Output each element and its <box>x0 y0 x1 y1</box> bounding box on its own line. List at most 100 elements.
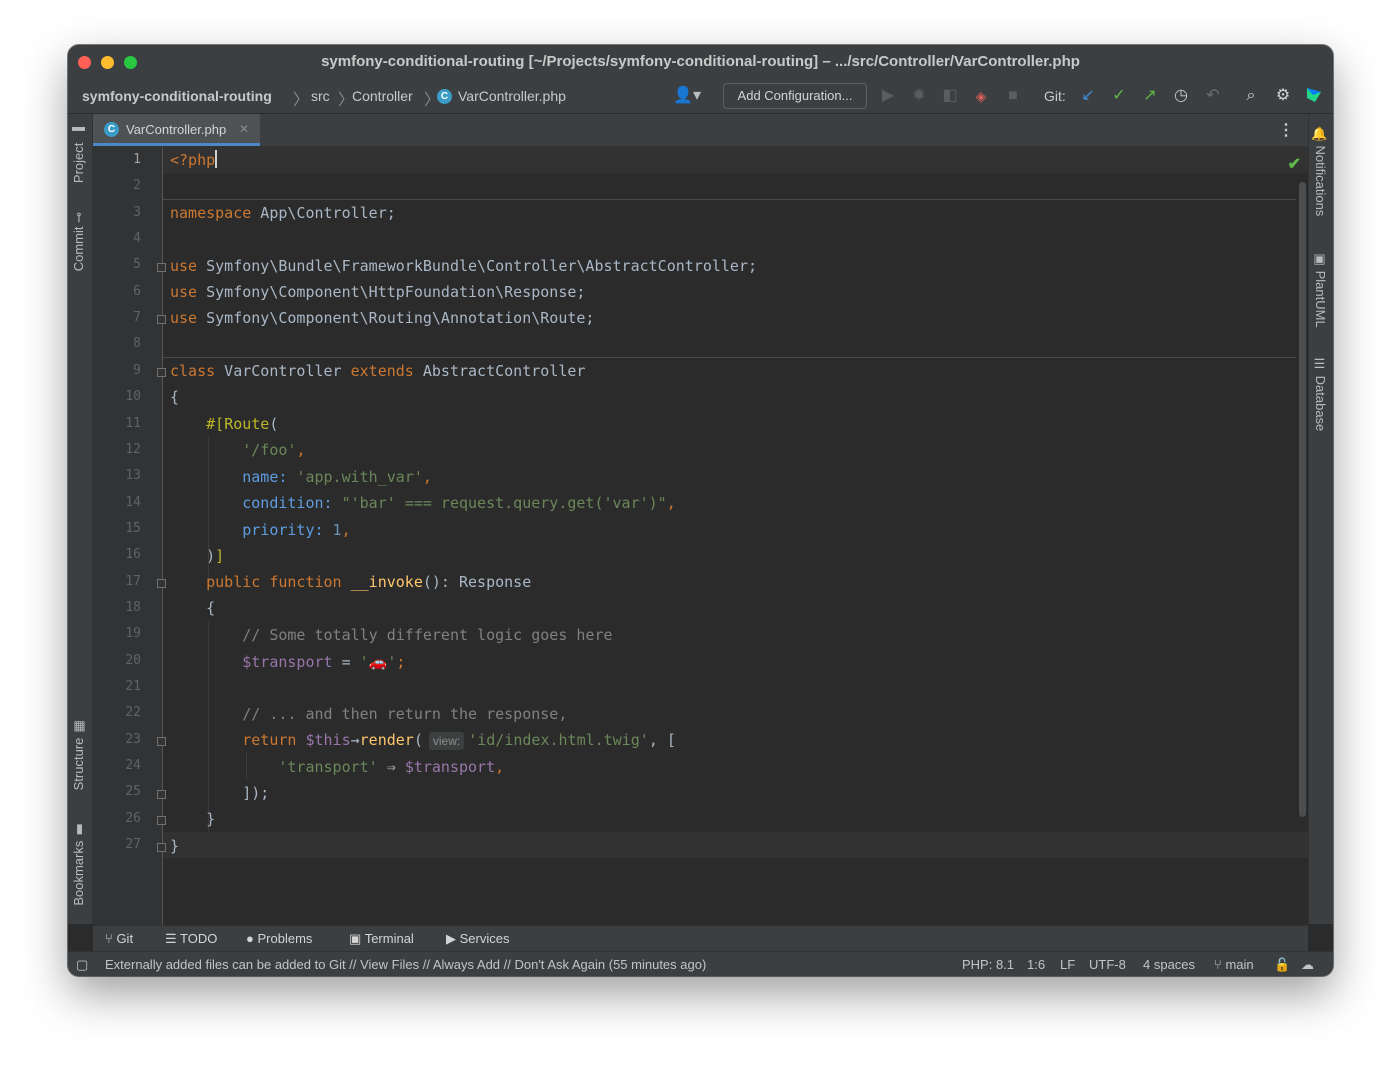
profile-icon[interactable]: ◈ <box>971 86 991 106</box>
jetbrains-logo[interactable] <box>1304 86 1324 106</box>
todo-tool-button[interactable]: ☰ TODO <box>165 931 217 947</box>
search-icon[interactable]: ⌕ <box>1241 86 1261 106</box>
no-problems-icon[interactable]: ✔ <box>1288 154 1301 174</box>
debug-icon[interactable]: ✹ <box>909 86 929 106</box>
code-line-24: 'transport' ⇒ $transport, <box>170 754 504 780</box>
fold-marker-icon[interactable] <box>157 843 166 852</box>
toggle-tool-windows-icon[interactable]: ▢ <box>76 957 88 973</box>
problems-tool-button[interactable]: ● Problems <box>246 931 312 946</box>
code-token: render <box>359 731 414 749</box>
code-token: #[ <box>170 415 225 433</box>
vertical-scrollbar[interactable] <box>1299 182 1306 817</box>
rollback-icon[interactable]: ↶ <box>1203 86 1223 106</box>
line-number: 8 <box>133 336 141 352</box>
add-configuration-button[interactable]: Add Configuration... <box>723 83 867 109</box>
code-token: ( <box>269 415 279 433</box>
services-icon: ▶ <box>446 931 456 946</box>
code-token: Route <box>224 415 270 433</box>
fold-marker-icon[interactable] <box>157 790 166 799</box>
git-commit-icon[interactable]: ✓ <box>1109 86 1129 106</box>
code-token: $this <box>296 731 351 749</box>
settings-icon[interactable]: ⚙ <box>1273 86 1293 106</box>
git-update-icon[interactable]: ↙ <box>1078 86 1098 106</box>
structure-tool-tab[interactable]: Structure ▦ <box>71 719 86 790</box>
code-token: '/foo' <box>242 441 297 459</box>
main-toolbar: symfony-conditional-routing 〉 src 〉 Cont… <box>68 79 1333 114</box>
lock-icon[interactable]: 🔓 <box>1274 957 1290 973</box>
services-tool-button[interactable]: ▶ Services <box>446 931 509 947</box>
git-branch-widget[interactable]: ⑂ main <box>1214 957 1254 972</box>
code-token: { <box>170 388 180 406</box>
fold-marker-icon[interactable] <box>157 737 166 746</box>
git-push-icon[interactable]: ↗ <box>1140 86 1160 106</box>
more-tabs-icon[interactable]: ⋮ <box>1278 120 1294 140</box>
bookmarks-tool-tab[interactable]: Bookmarks ▮ <box>71 822 86 906</box>
php-version[interactable]: PHP: 8.1 <box>962 957 1014 972</box>
database-tool-tab[interactable]: ☰ Database <box>1313 357 1328 431</box>
code-line-23: return $this→render(view:'id/index.html.… <box>170 727 676 753</box>
code-token: , [ <box>648 731 676 749</box>
terminal-icon: ▣ <box>349 931 362 946</box>
fold-marker-icon[interactable] <box>157 263 166 272</box>
stop-icon[interactable]: ■ <box>1003 86 1023 106</box>
code-token: ( <box>413 731 423 749</box>
notifications-tool-tab[interactable]: 🔔 Notifications <box>1313 126 1328 216</box>
line-number: 2 <box>133 178 141 194</box>
line-number: 25 <box>125 784 141 800</box>
code-line-15: priority: 1, <box>170 517 350 543</box>
fold-marker-icon[interactable] <box>157 816 166 825</box>
plantuml-tool-tab[interactable]: ▣ PlantUML <box>1313 252 1328 328</box>
code-comment: // Some totally different logic goes her… <box>170 626 613 644</box>
run-icon[interactable]: ▶ <box>878 86 898 106</box>
code-token: $transport <box>404 758 496 776</box>
git-tool-button[interactable]: ⑂ Git <box>105 931 133 946</box>
status-message[interactable]: Externally added files can be added to G… <box>105 957 706 972</box>
code-editor[interactable]: ✔ 1 2 3 4 5 6 7 8 9 10 11 12 13 14 15 16 17 18 19 20 21 22 23 2… <box>93 147 1308 925</box>
code-token: namespace <box>170 204 252 222</box>
history-icon[interactable]: ◷ <box>1171 86 1191 106</box>
line-number: 11 <box>125 415 141 431</box>
fold-marker-icon[interactable] <box>157 579 166 588</box>
user-icon[interactable]: 👤▾ <box>670 86 704 106</box>
breadcrumb-src[interactable]: src <box>311 88 330 104</box>
close-tab-icon[interactable]: ✕ <box>239 122 249 136</box>
code-token: → <box>350 731 360 749</box>
line-separator[interactable]: LF <box>1060 957 1075 972</box>
code-token: { <box>170 599 216 617</box>
line-number: 21 <box>125 679 141 694</box>
terminal-tool-label: Terminal <box>364 931 414 946</box>
project-tool-label: Project <box>71 142 86 184</box>
file-encoding[interactable]: UTF-8 <box>1089 957 1126 972</box>
commit-tool-tab[interactable]: Commit ⊸ <box>71 212 86 271</box>
line-number: 10 <box>125 389 141 405</box>
breadcrumb-file[interactable]: VarController.php <box>458 88 566 104</box>
fold-marker-icon[interactable] <box>157 315 166 324</box>
terminal-tool-button[interactable]: ▣ Terminal <box>349 931 414 947</box>
breadcrumb-controller[interactable]: Controller <box>352 88 413 104</box>
git-branch-icon: ⑂ <box>1214 957 1222 972</box>
code-line-11: #[Route( <box>170 411 278 437</box>
breadcrumb-project[interactable]: symfony-conditional-routing <box>82 88 272 104</box>
code-token: , <box>422 468 432 486</box>
code-token: Symfony\Component\Routing\Annotation\Rou… <box>197 309 595 327</box>
code-token: $transport <box>242 653 333 671</box>
code-token: 'transport' <box>278 758 378 776</box>
fold-marker-icon[interactable] <box>157 368 166 377</box>
caret-position[interactable]: 1:6 <box>1027 957 1045 972</box>
tab-varcontroller[interactable]: C VarController.php ✕ <box>93 114 260 146</box>
inspector-icon[interactable]: ☁ <box>1301 957 1314 973</box>
project-tool-tab[interactable]: Project ▬ <box>71 124 86 183</box>
code-token: } <box>170 837 180 855</box>
right-tool-stripe: 🔔 Notifications ▣ PlantUML ☰ Database <box>1308 114 1333 924</box>
code-token: name: <box>242 468 288 486</box>
line-number: 17 <box>125 573 141 589</box>
coverage-icon[interactable]: ◧ <box>940 86 960 106</box>
line-number: 18 <box>125 599 141 615</box>
code-token: class <box>170 362 216 380</box>
code-token: App\Controller; <box>251 204 396 222</box>
code-token: __invoke <box>341 573 423 591</box>
indent-setting[interactable]: 4 spaces <box>1143 957 1195 972</box>
